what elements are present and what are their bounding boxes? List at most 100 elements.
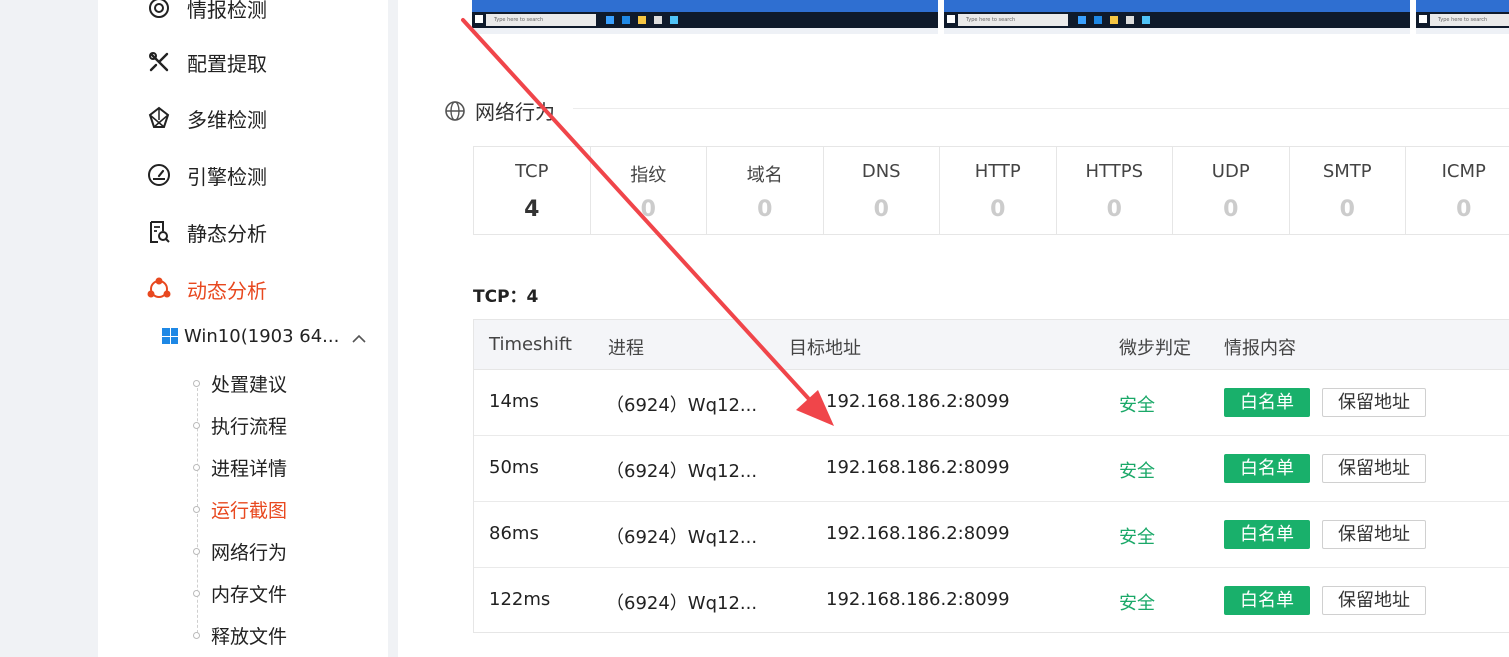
column-header: Timeshift (489, 334, 572, 355)
taskbar-search: Type here to search (958, 14, 1068, 26)
screenshot-thumbnail[interactable]: Type here to search (472, 0, 938, 34)
tree-dot (193, 421, 200, 429)
divider (573, 108, 1509, 109)
sub-item-execution-flow[interactable]: 执行流程 (193, 410, 287, 440)
reserved-address-tag[interactable]: 保留地址 (1322, 586, 1426, 615)
process-cell[interactable]: （6924）Wq12... (606, 589, 757, 615)
stat-icmp[interactable]: ICMP 0 (1406, 147, 1509, 234)
sub-item-released-files[interactable]: 释放文件 (193, 620, 287, 650)
stat-fingerprint[interactable]: 指纹 0 (591, 147, 707, 234)
reserved-address-tag[interactable]: 保留地址 (1322, 454, 1426, 483)
stat-http[interactable]: HTTP 0 (940, 147, 1057, 234)
stat-label: TCP (515, 161, 549, 182)
timeshift-cell: 14ms (489, 391, 539, 412)
stat-dns[interactable]: DNS 0 (824, 147, 940, 234)
screenshot-thumbnail[interactable]: Type here to search (1416, 0, 1509, 34)
nodes-icon (146, 276, 172, 302)
sub-item-label: 内存文件 (211, 583, 288, 606)
process-cell[interactable]: （6924）Wq12... (606, 457, 757, 483)
sub-item-label: 释放文件 (211, 625, 288, 648)
tree-dot (193, 505, 200, 513)
sub-item-label: 网络行为 (211, 541, 288, 564)
target-cell[interactable]: 192.168.186.2:8099 (826, 457, 1010, 478)
process-cell[interactable]: （6924）Wq12... (606, 523, 757, 549)
tree-dot (193, 547, 200, 555)
sidebar: 情报检测 配置提取 多维检测 引擎检测 静态分析 动态分析 Win10(1903… (98, 0, 388, 657)
stat-label: UDP (1211, 161, 1250, 182)
environment-toggle[interactable]: Win10(1903 64... (162, 320, 372, 352)
stat-value: 0 (1106, 197, 1122, 222)
sub-item-label: 执行流程 (211, 415, 288, 438)
table-header: Timeshift 进程 目标地址 微步判定 情报内容 (474, 320, 1509, 370)
environment-label: Win10(1903 64... (184, 325, 340, 347)
sidebar-item-label: 动态分析 (187, 278, 267, 303)
tree-dot (193, 463, 200, 471)
stat-udp[interactable]: UDP 0 (1173, 147, 1290, 234)
gauge-icon (146, 162, 172, 188)
sub-item-label: 运行截图 (211, 499, 288, 522)
tcp-title: TCP：4 (473, 287, 539, 307)
stat-value: 0 (757, 197, 773, 222)
document-search-icon (146, 219, 172, 245)
target-cell[interactable]: 192.168.186.2:8099 (826, 391, 1010, 412)
process-cell[interactable]: （6924）Wq12... (606, 391, 757, 417)
stat-https[interactable]: HTTPS 0 (1057, 147, 1173, 234)
tree-dot (193, 589, 200, 597)
stat-label: HTTPS (1085, 161, 1144, 182)
sidebar-item-label: 引擎检测 (187, 164, 267, 189)
reserved-address-tag[interactable]: 保留地址 (1322, 520, 1426, 549)
stat-label: SMTP (1322, 161, 1372, 182)
whitelist-tag[interactable]: 白名单 (1224, 454, 1310, 483)
stat-label: DNS (861, 161, 901, 182)
stat-value: 0 (1339, 197, 1355, 222)
timeshift-cell: 50ms (489, 457, 539, 478)
sidebar-item-label: 静态分析 (187, 221, 267, 246)
sub-item-memory-files[interactable]: 内存文件 (193, 578, 287, 608)
timeshift-cell: 122ms (489, 589, 551, 610)
stat-value: 4 (524, 197, 540, 222)
page: 情报检测 配置提取 多维检测 引擎检测 静态分析 动态分析 Win10(1903… (0, 0, 1509, 657)
whitelist-tag[interactable]: 白名单 (1224, 388, 1310, 417)
verdict-cell: 安全 (1119, 593, 1155, 614)
section-title: 网络行为 (444, 96, 555, 125)
verdict-cell: 安全 (1119, 527, 1155, 548)
taskbar-search: Type here to search (486, 14, 596, 26)
sub-item-disposal-advice[interactable]: 处置建议 (193, 368, 287, 398)
stat-value: 0 (1223, 197, 1239, 222)
whitelist-tag[interactable]: 白名单 (1224, 586, 1310, 615)
verdict-cell: 安全 (1119, 395, 1155, 416)
table-row: 50ms （6924）Wq12... 192.168.186.2:8099 安全… (474, 436, 1509, 502)
sub-item-label: 处置建议 (211, 373, 288, 396)
stat-tcp[interactable]: TCP 4 (474, 147, 591, 234)
stat-smtp[interactable]: SMTP 0 (1290, 147, 1406, 234)
verdict-cell: 安全 (1119, 461, 1155, 482)
globe-icon (445, 100, 465, 121)
table-row: 86ms （6924）Wq12... 192.168.186.2:8099 安全… (474, 502, 1509, 568)
target-cell[interactable]: 192.168.186.2:8099 (826, 523, 1010, 544)
sub-item-network-behavior[interactable]: 网络行为 (193, 536, 287, 566)
stat-value: 0 (873, 197, 889, 222)
taskbar-search: Type here to search (1430, 14, 1509, 26)
table-row: 122ms （6924）Wq12... 192.168.186.2:8099 安… (474, 568, 1509, 634)
screenshot-thumbnail[interactable]: Type here to search (944, 0, 1410, 34)
stat-label: ICMP (1441, 161, 1486, 182)
stat-value: 0 (990, 197, 1006, 222)
column-header: 目标地址 (789, 338, 861, 359)
column-header: 进程 (608, 338, 644, 359)
reserved-address-tag[interactable]: 保留地址 (1322, 388, 1426, 417)
stat-label: 域名 (746, 165, 783, 186)
target-cell[interactable]: 192.168.186.2:8099 (826, 589, 1010, 610)
sub-item-process-details[interactable]: 进程详情 (193, 452, 287, 482)
sub-item-screenshots[interactable]: 运行截图 (193, 494, 287, 524)
tools-icon (146, 49, 172, 75)
sidebar-item-label: 多维检测 (187, 107, 267, 132)
windows-icon (162, 328, 178, 344)
sidebar-item-label: 情报检测 (187, 0, 267, 22)
stat-label: HTTP (974, 161, 1021, 182)
windows-icon (1419, 15, 1427, 23)
main-content: Type here to search Type here to search (398, 0, 1509, 657)
network-star-icon (146, 105, 172, 131)
stat-domain[interactable]: 域名 0 (707, 147, 824, 234)
section-title-text: 网络行为 (475, 100, 555, 124)
whitelist-tag[interactable]: 白名单 (1224, 520, 1310, 549)
